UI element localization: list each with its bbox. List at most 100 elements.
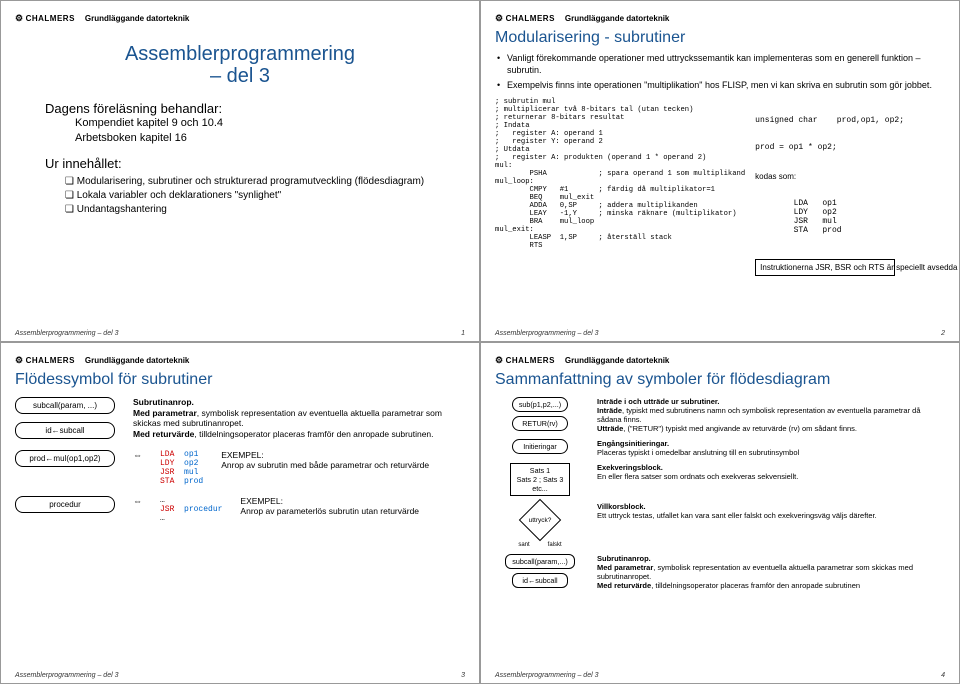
slide-title: Flödessymbol för subrutiner <box>15 371 465 389</box>
c-column: unsigned char prod,op1, op2; prod = op1 … <box>755 98 904 294</box>
diamond-label: uttryck? <box>521 508 559 532</box>
title-line-1: Assemblerprogrammering <box>125 43 355 65</box>
ex-text: Anrop av subrutin med både parametrar oc… <box>221 460 429 470</box>
compendium-line-1: Kompendiet kapitel 9 och 10.4 <box>75 116 465 131</box>
sym-col: Initieringar <box>495 439 585 454</box>
title-line-2: – del 3 <box>210 65 270 87</box>
slide-footer: Assemblerprogrammering – del 3 3 <box>15 672 465 679</box>
slide-header: CHALMERS Grundläggande datorteknik <box>495 11 945 25</box>
content-list: Modularisering, subrutiner och strukture… <box>15 175 465 217</box>
rect-subcall: subcall(param,...) <box>505 554 575 569</box>
arrow-icon: ⇔ <box>133 496 142 506</box>
symbol-subcall: subcall(param, ...) <box>15 397 115 414</box>
footer-text: Assemblerprogrammering – del 3 <box>15 330 119 337</box>
sym-col: uttryck? sant falskt <box>495 502 585 548</box>
chalmers-logo: CHALMERS <box>495 355 555 366</box>
bullet-2: Exempelvis finns inte operationen "multi… <box>495 80 945 92</box>
slide-header: CHALMERS Grundläggande datorteknik <box>495 353 945 367</box>
desc-entry: Inträde i och utträde ur subrutiner. Int… <box>597 397 945 433</box>
desc-init: Engångsinitieringar. Placeras typiskt i … <box>597 439 945 457</box>
r4-head: Villkorsblock. <box>597 502 646 511</box>
slide-header: CHALMERS Grundläggande datorteknik <box>15 11 465 25</box>
sym-col: sub(p1,p2,...) RETUR(rv) <box>495 397 585 431</box>
desc1-b-label: Med parametrar <box>133 408 197 418</box>
sym-row-call: subcall(param,...) id←subcall Subrutinan… <box>495 554 945 590</box>
arrow-container: ⇔ <box>133 496 142 506</box>
code-columns: ; subrutin mul ; multiplicerar två 8-bit… <box>495 98 945 294</box>
r5-head: Subrutinanrop. <box>597 554 651 563</box>
footer-text: Assemblerprogrammering – del 3 <box>495 672 599 679</box>
chalmers-logo: CHALMERS <box>15 355 75 366</box>
desc-cond: Villkorsblock. Ett uttryck testas, utfal… <box>597 502 945 520</box>
footer-text: Assemblerprogrammering – del 3 <box>495 330 599 337</box>
symbol-row-2: prod←mul(op1,op2) ⇔ LDA op1 LDY op2 JSR … <box>15 450 465 486</box>
c-asm: LDA op1 LDY op2 JSR mul STA prod <box>755 199 904 235</box>
rect-exec: Sats 1 Sats 2 ; Sats 3 etc... <box>510 463 571 496</box>
label-sant: sant <box>518 542 529 548</box>
main-title: Assemblerprogrammering – del 3 <box>15 43 465 87</box>
symbol-col: subcall(param, ...) id←subcall <box>15 397 115 439</box>
slide-4: CHALMERS Grundläggande datorteknik Samma… <box>480 342 960 684</box>
symbol-col: prod←mul(op1,op2) <box>15 450 115 467</box>
slide-footer: Assemblerprogrammering – del 3 1 <box>15 330 465 337</box>
diamond-cond: uttryck? <box>521 508 559 532</box>
slide-title: Sammanfattning av symboler för flödesdia… <box>495 371 945 389</box>
slide-3: CHALMERS Grundläggande datorteknik Flöde… <box>0 342 480 684</box>
course-title: Grundläggande datorteknik <box>565 14 669 23</box>
page-number: 4 <box>941 672 945 679</box>
chalmers-logo: CHALMERS <box>495 13 555 24</box>
lecture-heading: Dagens föreläsning behandlar: <box>45 101 465 116</box>
sym-col: subcall(param,...) id←subcall <box>495 554 585 588</box>
course-title: Grundläggande datorteknik <box>565 356 669 365</box>
asm-code: ; subrutin mul ; multiplicerar två 8-bit… <box>495 98 745 250</box>
ex-label: EXEMPEL: <box>221 450 264 460</box>
course-title: Grundläggande datorteknik <box>85 356 189 365</box>
arrow-container: ⇔ <box>133 450 142 460</box>
slide-header: CHALMERS Grundläggande datorteknik <box>15 353 465 367</box>
desc-call: Subrutinanrop. Med parametrar, symbolisk… <box>597 554 945 590</box>
instruction-note: Instruktionerna JSR, BSR och RTS är spec… <box>755 259 895 276</box>
c-expression: prod = op1 * op2; <box>755 143 904 152</box>
oval-init: Initieringar <box>512 439 568 454</box>
desc-1: Subrutinanrop. Med parametrar, symbolisk… <box>133 397 465 440</box>
course-title: Grundläggande datorteknik <box>85 14 189 23</box>
r1-a: typiskt med subrutinens namn och symboli… <box>597 406 921 424</box>
r2-a: Placeras typiskt i omedelbar anslutning … <box>597 448 799 457</box>
ex-label: EXEMPEL: <box>240 496 283 506</box>
code-example-1: LDA op1 LDY op2 JSR mul STA prod <box>160 450 203 486</box>
sym-row-init: Initieringar Engångsinitieringar. Placer… <box>495 439 945 457</box>
symbol-id-subcall: id←subcall <box>15 422 115 439</box>
symbol-row-1: subcall(param, ...) id←subcall Subrutina… <box>15 397 465 440</box>
desc1-c: , tilldelningsoperator placeras framför … <box>194 429 433 439</box>
slide-footer: Assemblerprogrammering – del 3 2 <box>495 330 945 337</box>
chalmers-logo: CHALMERS <box>15 13 75 24</box>
bullet-1: Vanligt förekommande operationer med utt… <box>495 53 945 76</box>
sym-row-entry: sub(p1,p2,...) RETUR(rv) Inträde i och u… <box>495 397 945 433</box>
list-item: Undantagshantering <box>65 203 465 217</box>
slide-1: CHALMERS Grundläggande datorteknik Assem… <box>0 0 480 342</box>
slide-title: Modularisering - subrutiner <box>495 29 945 47</box>
r5-b: tilldelningsoperator placeras framför de… <box>655 581 860 590</box>
sym-col: Sats 1 Sats 2 ; Sats 3 etc... <box>495 463 585 496</box>
content-subhead: Ur innehållet: <box>45 156 465 171</box>
symbol-col: procedur <box>15 496 115 513</box>
desc1-c-label: Med returvärde <box>133 429 194 439</box>
r3-a: En eller flera satser som ordnats och ex… <box>597 472 798 481</box>
page-number: 3 <box>461 672 465 679</box>
code-example-2: … JSR procedur … <box>160 496 222 523</box>
symbol-mul: prod←mul(op1,op2) <box>15 450 115 467</box>
rect-id-subcall: id←subcall <box>512 573 568 588</box>
slide-footer: Assemblerprogrammering – del 3 4 <box>495 672 945 679</box>
sym-row-cond: uttryck? sant falskt Villkorsblock. Ett … <box>495 502 945 548</box>
r2-head: Engångsinitieringar. <box>597 439 669 448</box>
example-desc-2: EXEMPEL: Anrop av parameterlös subrutin … <box>240 496 465 517</box>
footer-text: Assemblerprogrammering – del 3 <box>15 672 119 679</box>
r1-b: ("RETUR") typiskt med angivande av retur… <box>627 424 857 433</box>
arrow-icon: ⇔ <box>133 450 142 460</box>
symbol-procedur: procedur <box>15 496 115 513</box>
compendium-line-2: Arbetsboken kapitel 16 <box>75 131 465 146</box>
list-item: Lokala variabler och deklarationers "syn… <box>65 189 465 203</box>
ex-text: Anrop av parameterlös subrutin utan retu… <box>240 506 419 516</box>
r4-a: Ett uttryck testas, utfallet kan vara sa… <box>597 511 877 520</box>
example-desc-1: EXEMPEL: Anrop av subrutin med både para… <box>221 450 465 471</box>
